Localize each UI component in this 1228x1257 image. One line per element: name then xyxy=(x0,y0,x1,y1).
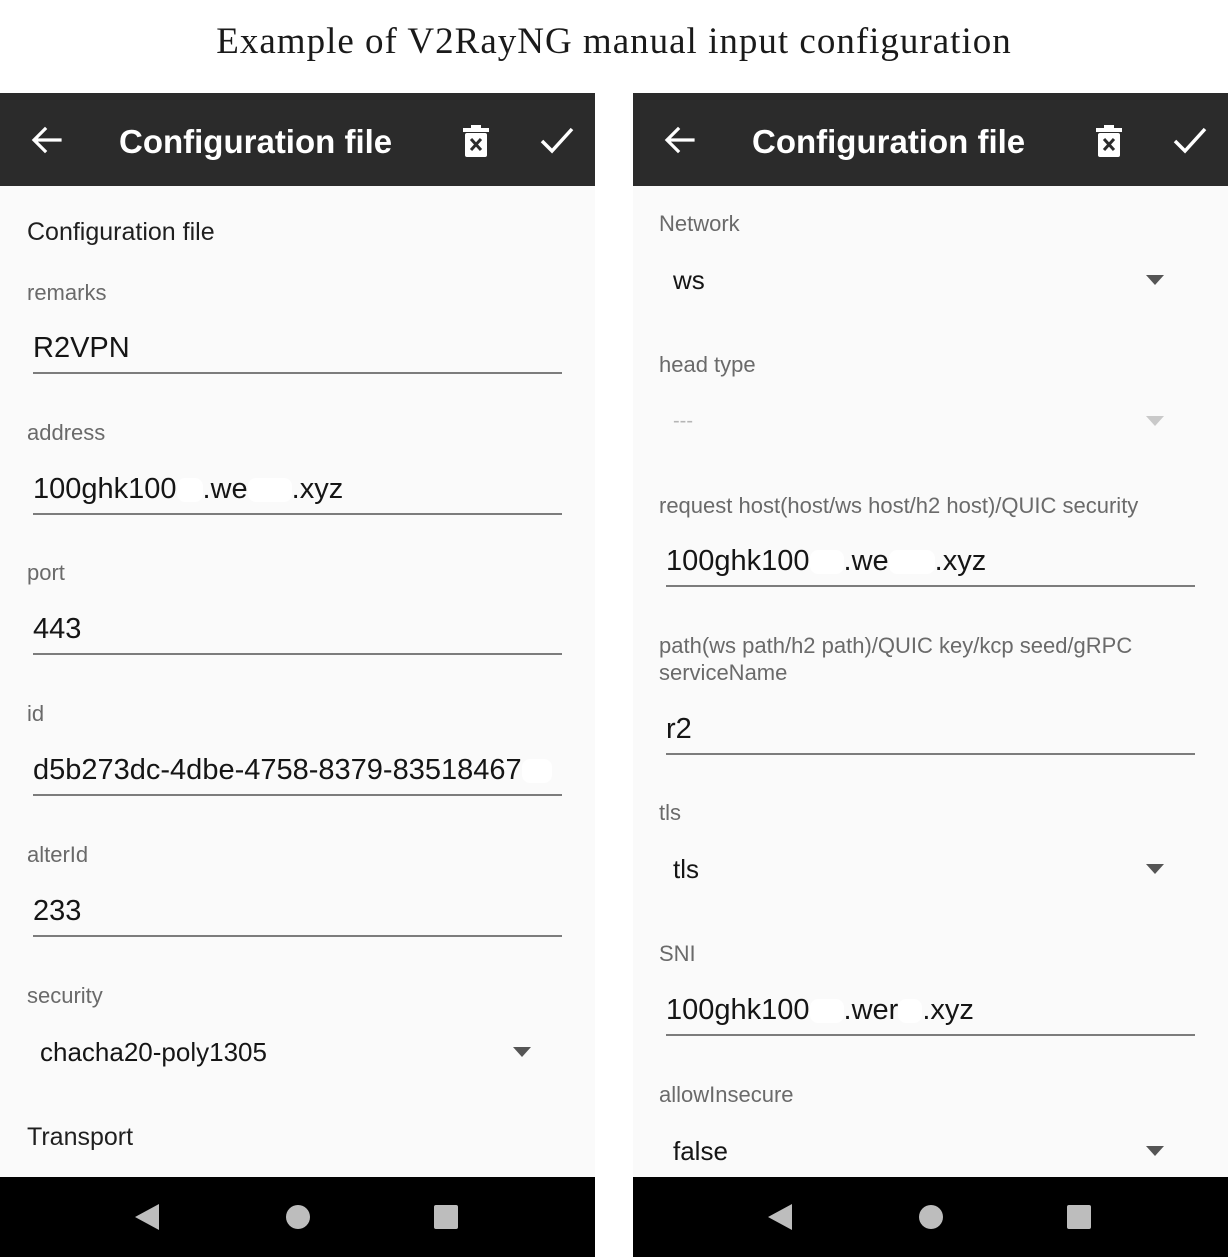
address-value-end: .xyz xyxy=(291,473,344,505)
request-host-value-end: .xyz xyxy=(934,545,987,577)
trash-icon[interactable] xyxy=(462,125,490,157)
request-host-label: request host(host/ws host/h2 host)/QUIC … xyxy=(659,493,1139,518)
path-value: r2 xyxy=(666,713,692,745)
network-label: Network xyxy=(659,211,740,236)
redaction-mark xyxy=(888,550,935,575)
tls-value: tls xyxy=(673,854,699,884)
sni-input[interactable]: 100ghk100 .wer .xyz xyxy=(666,984,1195,1036)
request-host-value-mid: .we xyxy=(843,545,889,577)
left-screen: Configuration file Configuration file re… xyxy=(0,93,595,1257)
head-type-dropdown[interactable]: --- xyxy=(666,396,1186,446)
appbar-title: Configuration file xyxy=(119,123,393,160)
address-label: address xyxy=(27,420,106,445)
network-dropdown[interactable]: ws xyxy=(666,255,1186,305)
app-bar: Configuration file xyxy=(633,93,1228,186)
chevron-down-icon xyxy=(1146,864,1164,874)
arrow-back-icon[interactable] xyxy=(30,123,64,157)
redaction-mark xyxy=(247,478,292,503)
sni-value-mid: .wer xyxy=(843,994,899,1026)
alterid-input[interactable]: 233 xyxy=(33,885,562,937)
allow-insecure-dropdown[interactable]: false xyxy=(666,1126,1186,1176)
trash-icon[interactable] xyxy=(1095,125,1123,157)
redaction-mark xyxy=(809,999,844,1024)
section-title: Configuration file xyxy=(27,218,215,246)
remarks-value: R2VPN xyxy=(33,332,130,364)
right-screen: Configuration file Network ws head type … xyxy=(633,93,1228,1257)
head-type-value: --- xyxy=(673,410,693,432)
head-type-label: head type xyxy=(659,352,756,377)
request-host-value-start: 100ghk100 xyxy=(666,545,810,577)
page-title: Example of V2RayNG manual input configur… xyxy=(216,21,1012,62)
port-value: 443 xyxy=(33,613,82,645)
remarks-input[interactable]: R2VPN xyxy=(33,322,562,374)
system-nav-bar xyxy=(0,1177,595,1257)
nav-back-icon[interactable] xyxy=(768,1204,792,1230)
redaction-mark xyxy=(809,550,844,575)
path-input[interactable]: r2 xyxy=(666,703,1195,755)
id-value: d5b273dc-4dbe-4758-8379-83518467 xyxy=(33,754,522,786)
tls-dropdown[interactable]: tls xyxy=(666,844,1186,894)
nav-recents-icon[interactable] xyxy=(434,1205,458,1229)
app-bar: Configuration file xyxy=(0,93,595,186)
address-value-start: 100ghk100 xyxy=(33,473,177,505)
nav-home-icon[interactable] xyxy=(919,1205,943,1229)
request-host-input[interactable]: 100ghk100 .we .xyz xyxy=(666,535,1195,587)
appbar-title: Configuration file xyxy=(752,123,1026,160)
sni-value-end: .xyz xyxy=(922,994,974,1026)
redaction-mark xyxy=(898,999,923,1024)
alterid-label: alterId xyxy=(27,842,89,867)
network-value: ws xyxy=(673,265,705,295)
check-icon[interactable] xyxy=(540,125,574,155)
remarks-label: remarks xyxy=(27,280,107,305)
security-dropdown[interactable]: chacha20-poly1305 xyxy=(33,1027,553,1077)
port-label: port xyxy=(27,560,65,585)
arrow-back-icon[interactable] xyxy=(663,123,697,157)
chevron-down-icon xyxy=(1146,275,1164,285)
nav-back-icon[interactable] xyxy=(135,1204,159,1230)
id-label: id xyxy=(27,701,45,726)
nav-home-icon[interactable] xyxy=(286,1205,310,1229)
address-value-mid: .we xyxy=(202,473,248,505)
transport-title: Transport xyxy=(27,1123,134,1151)
alterid-value: 233 xyxy=(33,895,82,927)
allow-insecure-value: false xyxy=(673,1136,728,1166)
redaction-mark xyxy=(521,759,552,784)
system-nav-bar xyxy=(633,1177,1228,1257)
id-input[interactable]: d5b273dc-4dbe-4758-8379-83518467 xyxy=(33,744,562,796)
chevron-down-icon xyxy=(1146,1146,1164,1156)
address-input[interactable]: 100ghk100 .we .xyz xyxy=(33,463,562,515)
sni-value-start: 100ghk100 xyxy=(666,994,810,1026)
nav-recents-icon[interactable] xyxy=(1067,1205,1091,1229)
tls-label: tls xyxy=(659,800,681,825)
sni-label: SNI xyxy=(659,941,696,966)
chevron-down-icon xyxy=(1146,416,1164,426)
allow-insecure-label: allowInsecure xyxy=(659,1082,794,1107)
security-value: chacha20-poly1305 xyxy=(40,1037,267,1067)
check-icon[interactable] xyxy=(1173,125,1207,155)
port-input[interactable]: 443 xyxy=(33,603,562,655)
security-label: security xyxy=(27,983,103,1008)
path-label: path(ws path/h2 path)/QUIC key/kcp seed/… xyxy=(659,633,1133,685)
redaction-mark xyxy=(176,478,203,503)
chevron-down-icon xyxy=(513,1047,531,1057)
